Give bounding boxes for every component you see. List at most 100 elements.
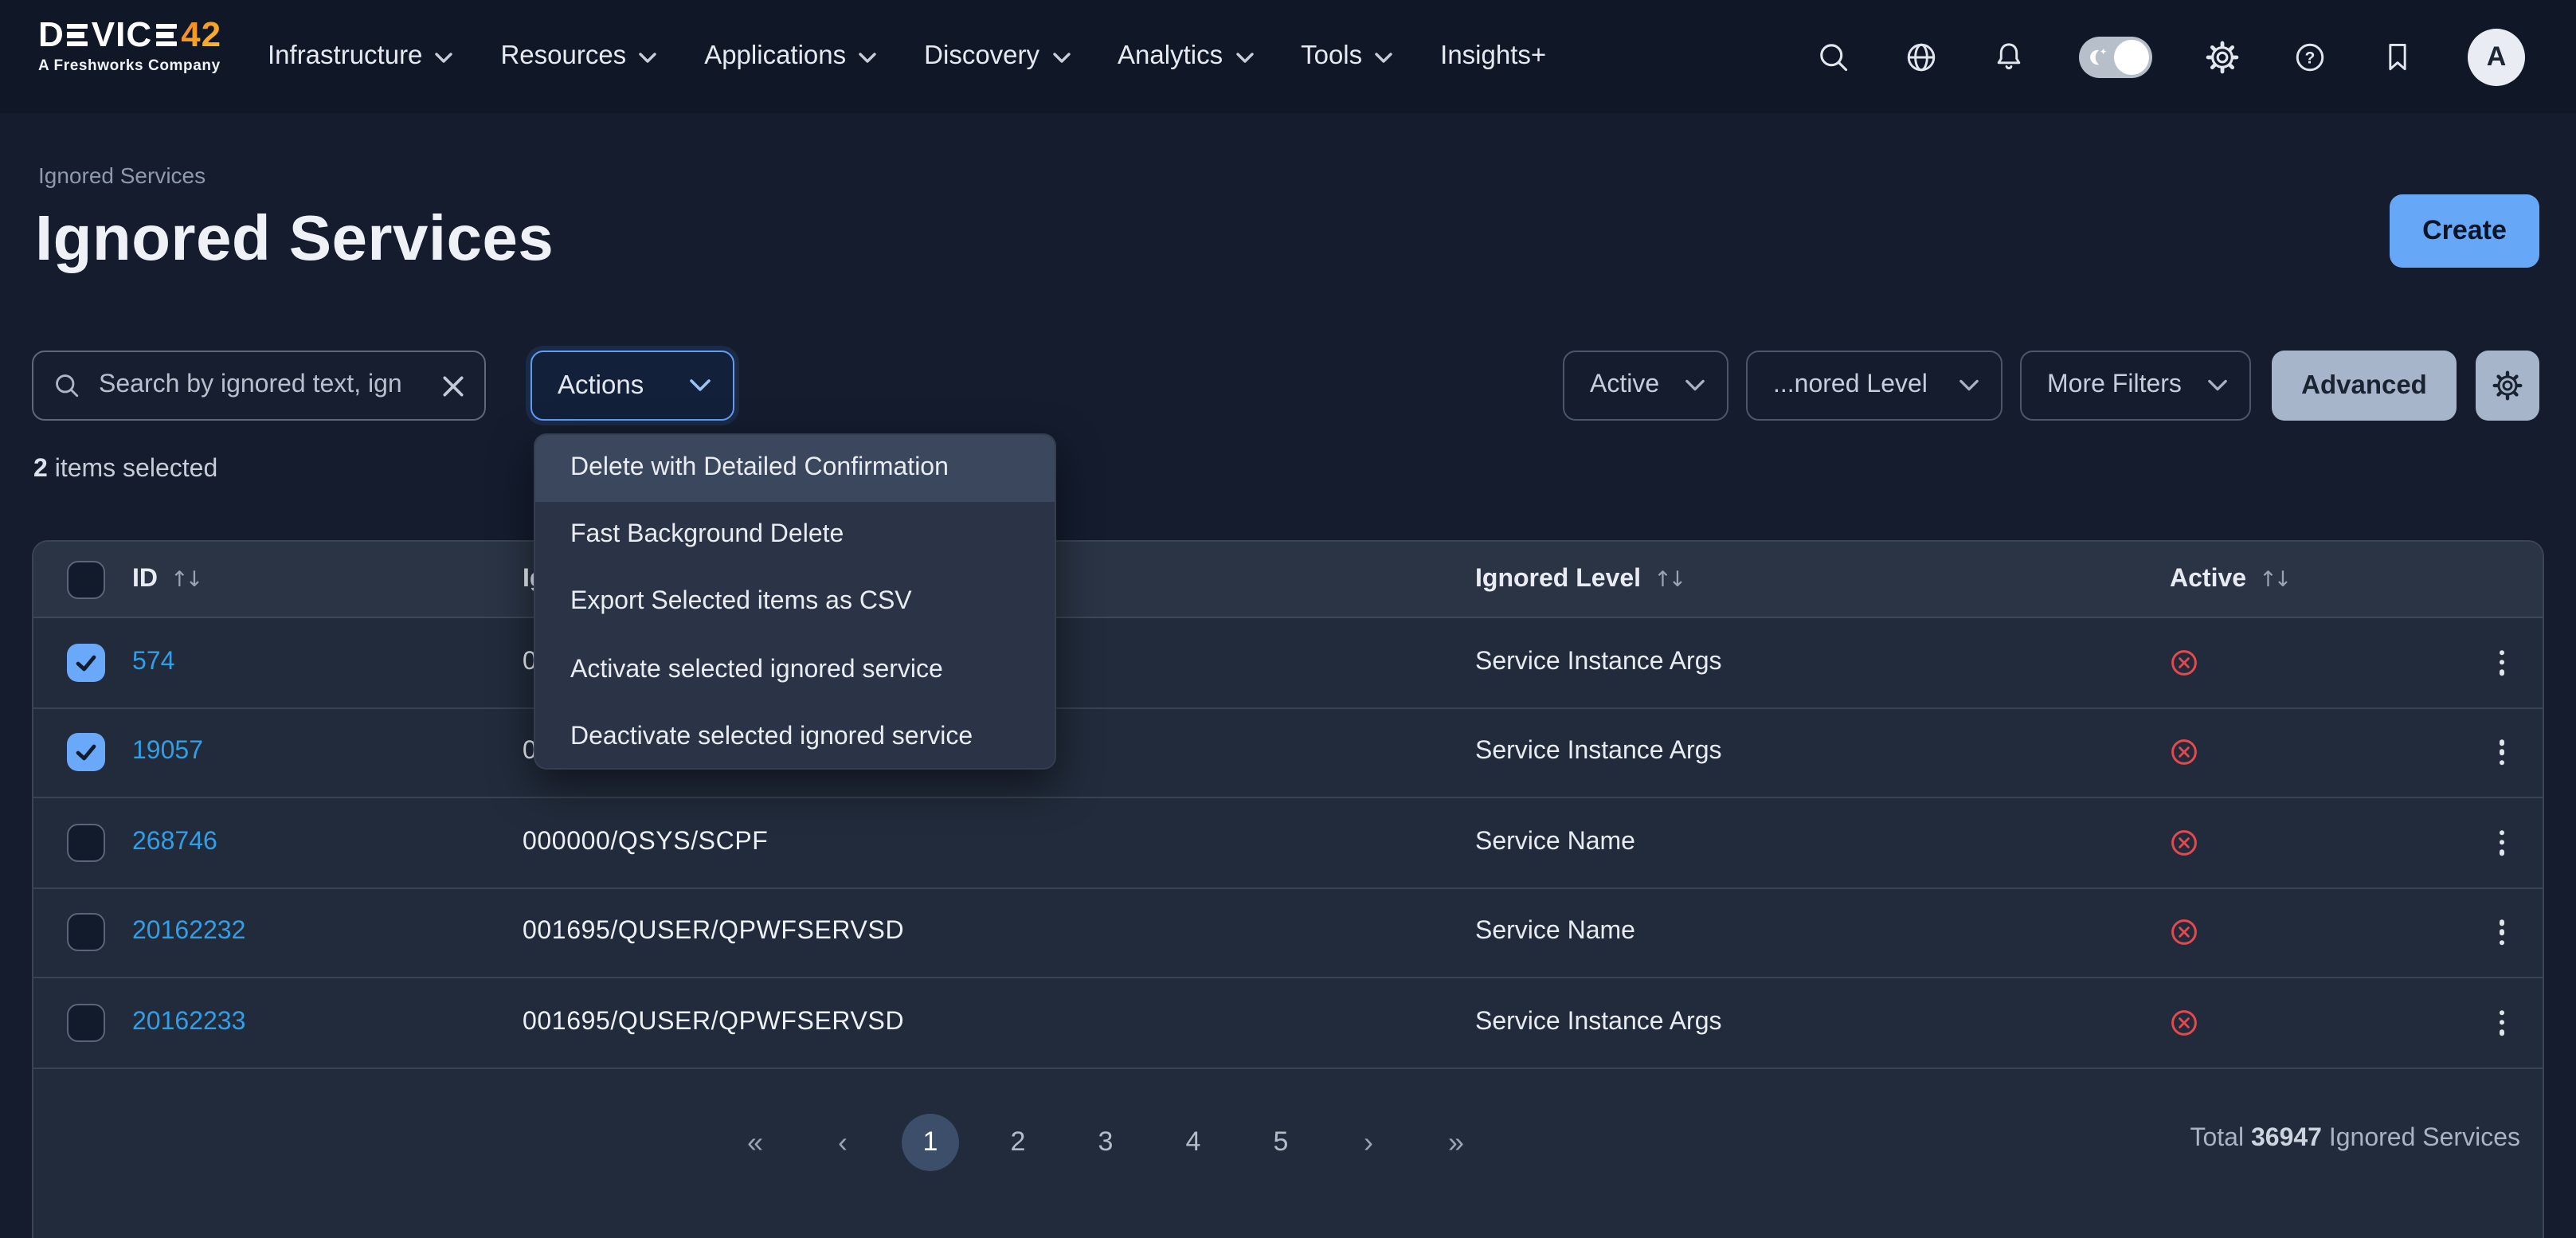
menu-analytics[interactable]: Analytics [1118,41,1253,72]
menu-resources[interactable]: Resources [500,41,656,72]
pagination-page-4[interactable]: 4 [1165,1113,1222,1170]
table-settings-button[interactable] [2476,351,2539,421]
row-id-link[interactable]: 574 [132,648,174,677]
chevron-down-icon [435,53,452,64]
column-header-ignored-level[interactable]: Ignored Level↑↓ [1475,542,1683,618]
table-row: 268746 000000/QSYS/SCPF Service Name [33,798,2543,888]
filter-more-filters[interactable]: More Filters [2020,351,2251,421]
table-row: 20162232 001695/QUSER/QPWFSERVSD Service… [33,888,2543,978]
device42-logo[interactable]: D VIC 42 A Freshworks Company [38,18,221,75]
main-menu: Infrastructure Resources Applications Di… [268,0,1546,113]
actions-dropdown-menu: Delete with Detailed Confirmation Fast B… [534,433,1056,770]
table-row: 19057 0 Service Instance Args [33,708,2543,798]
chevron-down-icon [1052,53,1070,64]
menu-item-fast-background-delete[interactable]: Fast Background Delete [535,502,1055,569]
user-avatar[interactable]: A [2468,28,2525,85]
table-row: 574 0 Service Instance Args [33,618,2543,708]
row-ignored-level: Service Instance Args [1475,1009,1722,1037]
filter-ignored-level[interactable]: ...nored Level [1746,351,2002,421]
menu-applications[interactable]: Applications [704,41,876,72]
menu-item-delete-detailed[interactable]: Delete with Detailed Confirmation [535,435,1055,502]
row-ignored-text: 001695/QUSER/QPWFSERVSD [523,919,904,947]
pagination-first[interactable]: « [726,1113,784,1170]
row-ignored-level: Service Name [1475,829,1635,857]
pagination-next[interactable]: › [1340,1113,1397,1170]
inactive-status-icon [2170,738,2198,767]
create-button[interactable]: Create [2390,194,2539,268]
sort-icon: ↑↓ [1654,567,1683,593]
pagination-page-2[interactable]: 2 [989,1113,1047,1170]
table-header-row: ID↑↓ Ignored Text Ignored Level↑↓ Active… [33,542,2543,618]
brand-e-icon [68,23,88,47]
top-navbar: D VIC 42 A Freshworks Company Infrastruc… [0,0,2576,113]
dark-mode-toggle[interactable] [2079,36,2152,77]
clear-search-icon[interactable] [441,374,465,398]
row-menu-kebab-icon[interactable] [2486,821,2517,865]
ignored-services-table: ID↑↓ Ignored Text Ignored Level↑↓ Active… [32,540,2544,1238]
check-icon [75,742,97,764]
brand-tagline: A Freshworks Company [38,57,221,75]
row-menu-kebab-icon[interactable] [2486,731,2517,775]
chevron-down-icon [690,379,711,392]
search-input[interactable] [96,370,435,402]
moon-icon [2085,45,2108,68]
menu-infrastructure[interactable]: Infrastructure [268,41,452,72]
row-id-link[interactable]: 268746 [132,829,217,857]
chevron-down-icon [1235,53,1253,64]
table-row: 20162233 001695/QUSER/QPWFSERVSD Service… [33,978,2543,1068]
search-icon[interactable] [1816,39,1851,74]
bookmark-icon[interactable] [2380,39,2415,74]
pagination-page-1[interactable]: 1 [902,1113,959,1170]
chevron-down-icon [639,53,656,64]
pagination-page-3[interactable]: 3 [1077,1113,1134,1170]
menu-insights[interactable]: Insights+ [1440,41,1546,72]
pagination-last[interactable]: » [1427,1113,1485,1170]
pagination: « ‹ 1 2 3 4 5 › » [726,1113,1485,1170]
row-menu-kebab-icon[interactable] [2486,641,2517,685]
menu-tools[interactable]: Tools [1301,41,1392,72]
column-header-active[interactable]: Active↑↓ [2170,542,2288,618]
menu-discovery[interactable]: Discovery [924,41,1070,72]
column-header-id[interactable]: ID↑↓ [132,542,200,618]
chevron-down-icon [1959,379,1979,392]
navbar-actions: ? A [1816,0,2525,113]
notifications-bell-icon[interactable] [1991,39,2026,74]
row-checkbox[interactable] [67,644,105,682]
settings-gear-icon[interactable] [2205,39,2240,74]
row-menu-kebab-icon[interactable] [2486,911,2517,955]
row-menu-kebab-icon[interactable] [2486,1001,2517,1045]
sort-icon: ↑↓ [170,567,200,593]
pagination-prev[interactable]: ‹ [814,1113,871,1170]
brand-wordmark: D VIC 42 [38,18,221,53]
row-id-link[interactable]: 19057 [132,738,203,767]
svg-text:?: ? [2305,49,2316,67]
check-icon [75,652,97,674]
row-checkbox[interactable] [67,734,105,772]
row-checkbox[interactable] [67,824,105,862]
help-icon[interactable]: ? [2292,39,2327,74]
advanced-button[interactable]: Advanced [2272,351,2457,421]
row-id-link[interactable]: 20162232 [132,919,245,947]
row-checkbox[interactable] [67,1004,105,1042]
breadcrumb[interactable]: Ignored Services [38,163,206,188]
filter-active[interactable]: Active [1563,351,1728,421]
filter-bar: Active ...nored Level More Filters Advan… [1563,351,2539,421]
menu-item-deactivate-selected[interactable]: Deactivate selected ignored service [535,704,1055,770]
menu-item-export-csv[interactable]: Export Selected items as CSV [535,570,1055,637]
toggle-knob [2114,39,2149,74]
pagination-page-5[interactable]: 5 [1252,1113,1310,1170]
row-ignored-level: Service Instance Args [1475,738,1722,767]
row-ignored-text: 001695/QUSER/QPWFSERVSD [523,1009,904,1037]
actions-dropdown-button[interactable]: Actions [530,351,734,421]
search-icon [53,371,81,400]
row-id-link[interactable]: 20162233 [132,1009,245,1037]
row-ignored-level: Service Name [1475,919,1635,947]
select-all-checkbox[interactable] [67,561,105,599]
brand-vic: VIC [92,18,152,53]
selected-summary: 2 items selected [33,456,217,484]
chevron-down-icon [859,53,876,64]
menu-item-activate-selected[interactable]: Activate selected ignored service [535,637,1055,703]
row-checkbox[interactable] [67,914,105,952]
globe-icon[interactable] [1904,39,1939,74]
brand-e-icon [155,23,176,47]
